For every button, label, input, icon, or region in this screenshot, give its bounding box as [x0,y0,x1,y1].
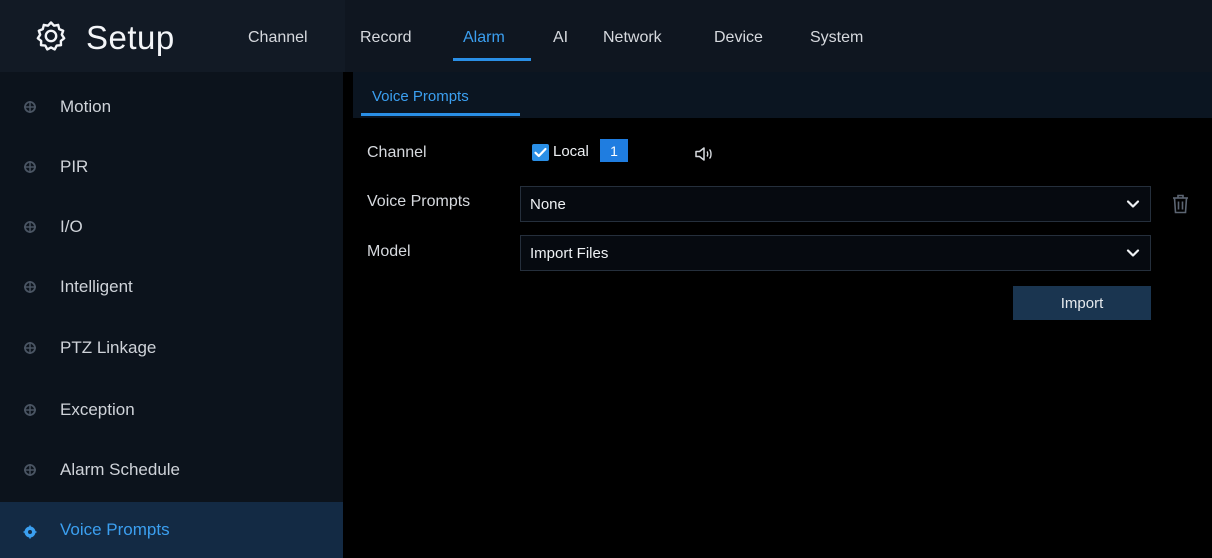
voice-prompts-label: Voice Prompts [367,193,471,210]
speaker-icon[interactable] [694,146,716,162]
bullet-icon [24,161,36,173]
local-label: Local [553,143,589,160]
tab-voice-prompts[interactable]: Voice Prompts [372,88,469,105]
sidebar-item-label: Voice Prompts [60,520,170,539]
bullet-icon [24,101,36,113]
tab-channel[interactable]: Channel [248,29,308,47]
sidebar-item-pir[interactable]: PIR [0,137,343,197]
model-label: Model [367,243,411,260]
active-tab-indicator [453,58,531,61]
sidebar-item-label: Intelligent [60,277,133,296]
tab-system[interactable]: System [810,29,863,47]
sidebar-item-label: Motion [60,97,112,116]
sidebar-item-label: PTZ Linkage [60,338,157,357]
bullet-icon [24,464,36,476]
subtab-bar [353,72,1212,118]
sidebar-item-intelligent[interactable]: Intelligent [0,257,343,317]
tab-record[interactable]: Record [360,29,412,47]
sidebar-item-motion[interactable]: Motion [0,77,343,137]
sidebar-item-label: Exception [60,400,135,419]
sidebar-item-io[interactable]: I/O [0,197,343,257]
bullet-icon [24,342,36,354]
tab-network[interactable]: Network [603,29,662,47]
model-value: Import Files [530,245,609,262]
voice-prompts-select[interactable]: None [520,186,1151,222]
sidebar-item-label: PIR [60,157,89,176]
bullet-icon [23,525,37,539]
sidebar-item-voice-prompts[interactable]: Voice Prompts [0,502,343,558]
voice-prompts-value: None [530,196,566,213]
sidebar: Motion PIR I/O Intelligent PTZ Linkage E… [0,72,343,558]
channel-number-button[interactable]: 1 [600,139,628,162]
sidebar-item-exception[interactable]: Exception [0,380,343,440]
bullet-icon [24,404,36,416]
tab-device[interactable]: Device [714,29,763,47]
gear-icon [34,19,68,58]
import-button[interactable]: Import [1013,286,1151,320]
trash-icon[interactable] [1171,193,1190,215]
sidebar-item-label: I/O [60,217,83,236]
tab-ai[interactable]: AI [553,29,568,47]
brand: Setup [34,18,175,58]
local-checkbox[interactable] [532,144,549,161]
model-select[interactable]: Import Files [520,235,1151,271]
bullet-icon [24,221,36,233]
sidebar-item-label: Alarm Schedule [60,460,181,479]
channel-label: Channel [367,144,427,161]
chevron-down-icon [1126,249,1140,257]
sidebar-item-ptz-linkage[interactable]: PTZ Linkage [0,318,343,378]
tab-alarm[interactable]: Alarm [463,29,505,47]
bullet-icon [24,281,36,293]
chevron-down-icon [1126,200,1140,208]
header-bar: Setup Channel Record Alarm AI Network De… [0,0,1212,72]
page-title: Setup [86,19,175,56]
sidebar-item-alarm-schedule[interactable]: Alarm Schedule [0,440,343,500]
subtab-indicator [361,113,520,116]
check-icon [534,147,547,158]
